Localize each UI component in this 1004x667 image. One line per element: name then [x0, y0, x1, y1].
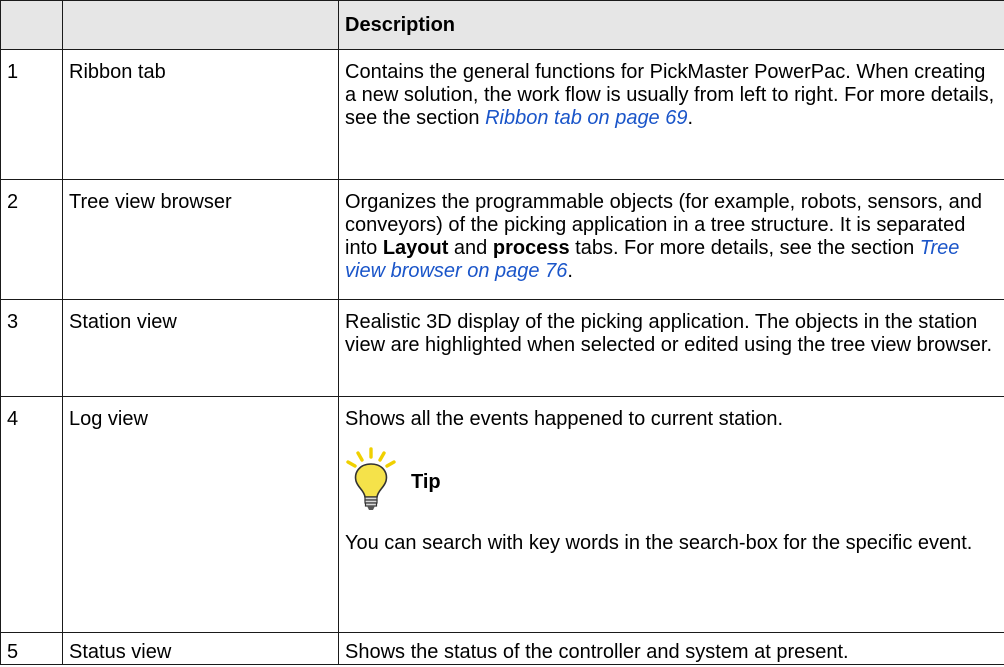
row-number: 4	[0, 396, 63, 633]
row-number: 3	[0, 299, 63, 397]
row-description: Shows the status of the controller and s…	[338, 632, 1004, 665]
tip-text: You can search with key words in the sea…	[345, 532, 973, 554]
table-row: 3 Station view Realistic 3D display of t…	[0, 299, 1004, 397]
table-row: 4 Log view Shows all the events happened…	[0, 396, 1004, 633]
header-label-cell	[62, 0, 339, 50]
description-table: Description 1 Ribbon tab Contains the ge…	[0, 0, 1004, 665]
description-text: .	[567, 260, 573, 282]
tip-title: Tip	[411, 470, 441, 493]
row-description: Realistic 3D display of the picking appl…	[338, 299, 1004, 397]
header-description-cell: Description	[338, 0, 1004, 50]
ribbon-tab-link[interactable]: Ribbon tab on page 69	[485, 107, 687, 129]
table-row: 1 Ribbon tab Contains the general functi…	[0, 49, 1004, 180]
row-label: Status view	[62, 632, 339, 665]
process-term: process	[492, 237, 570, 259]
layout-term: Layout	[382, 237, 449, 259]
table-row: 2 Tree view browser Organizes the progra…	[0, 179, 1004, 300]
row-number: 1	[0, 49, 63, 180]
tip-box: Tip	[345, 442, 998, 516]
row-label: Station view	[62, 299, 339, 397]
table-header-row: Description	[0, 0, 1004, 50]
row-label: Ribbon tab	[62, 49, 339, 180]
row-label: Log view	[62, 396, 339, 633]
row-description: Shows all the events happened to current…	[338, 396, 1004, 633]
header-number-cell	[0, 0, 63, 50]
table-row: 5 Status view Shows the status of the co…	[0, 632, 1004, 665]
row-number: 5	[0, 632, 63, 665]
row-label: Tree view browser	[62, 179, 339, 300]
lightbulb-icon	[346, 447, 396, 510]
description-text: tabs. For more details, see the section	[569, 237, 920, 259]
row-description: Organizes the programmable objects (for …	[338, 179, 1004, 300]
row-number: 2	[0, 179, 63, 300]
description-text: and	[448, 237, 493, 259]
description-text: .	[687, 107, 694, 129]
description-text: Shows all the events happened to current…	[345, 408, 784, 430]
row-description: Contains the general functions for PickM…	[338, 49, 1004, 180]
